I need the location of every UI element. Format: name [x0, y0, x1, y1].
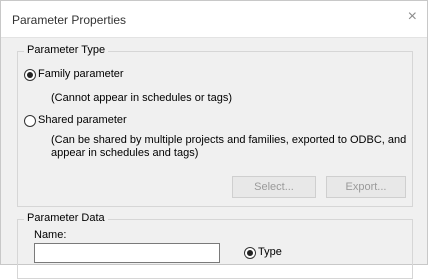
shared-parameter-note-line2: appear in schedules and tags): [51, 147, 199, 159]
parameter-properties-dialog: Parameter Properties × Parameter Type Fa…: [0, 0, 428, 279]
name-input[interactable]: [34, 243, 220, 263]
family-parameter-note: (Cannot appear in schedules or tags): [51, 92, 232, 104]
family-parameter-radio[interactable]: [24, 69, 36, 81]
title-bar: Parameter Properties ×: [1, 1, 427, 37]
shared-parameter-radio[interactable]: [24, 115, 36, 127]
type-label[interactable]: Type: [258, 246, 282, 258]
close-icon[interactable]: ×: [408, 9, 417, 25]
export-button[interactable]: Export...: [326, 176, 406, 198]
parameter-type-group: Parameter Type Family parameter (Cannot …: [17, 44, 413, 207]
parameter-type-legend: Parameter Type: [24, 44, 109, 56]
dialog-title: Parameter Properties: [12, 13, 127, 27]
select-button[interactable]: Select...: [232, 176, 316, 198]
shared-parameter-note-line1: (Can be shared by multiple projects and …: [51, 134, 407, 146]
shared-parameter-label[interactable]: Shared parameter: [38, 114, 127, 126]
name-label: Name:: [34, 229, 67, 241]
type-radio[interactable]: [244, 247, 256, 259]
family-parameter-label[interactable]: Family parameter: [38, 68, 124, 80]
title-separator: [1, 37, 427, 38]
parameter-data-legend: Parameter Data: [24, 212, 108, 224]
parameter-data-group: Parameter Data Name: Type: [17, 212, 413, 279]
